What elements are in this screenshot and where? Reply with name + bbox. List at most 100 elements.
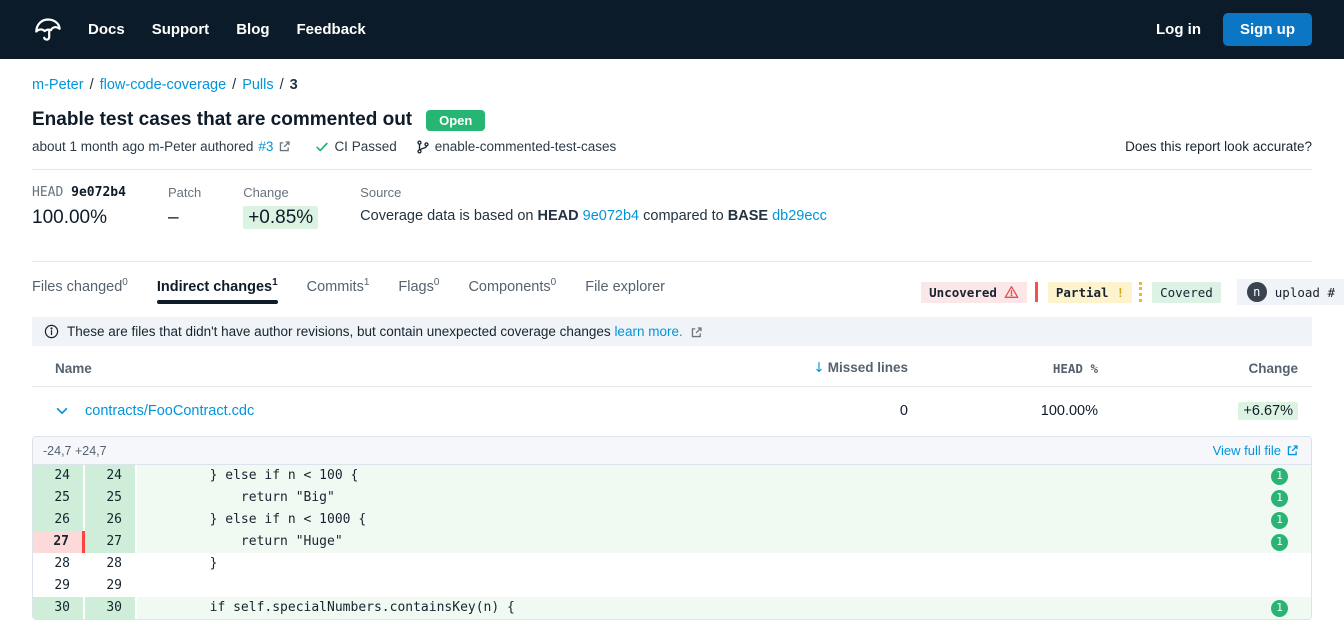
code-line: } else if n < 1000 { (137, 509, 1271, 531)
column-change[interactable]: Change (1098, 361, 1298, 376)
old-line-number: 25 (33, 487, 85, 509)
status-badge: Open (426, 110, 485, 131)
diff-line: 30 30 if self.specialNumbers.containsKey… (33, 597, 1311, 619)
report-accuracy-question[interactable]: Does this report look accurate? (1125, 139, 1312, 154)
page-title: Enable test cases that are commented out (32, 109, 412, 131)
new-line-number: 30 (85, 597, 137, 619)
tab-bar: Files changed0 Indirect changes1 Commits… (32, 277, 665, 304)
head-coverage-value: 100.00% (32, 207, 126, 229)
codecov-logo-icon[interactable] (32, 13, 66, 47)
ci-status: CI Passed (334, 139, 396, 154)
new-line-number: 27 (85, 531, 137, 553)
partial-bar (1139, 282, 1142, 302)
sort-arrow-icon: ↓ (813, 360, 824, 376)
external-link-icon[interactable] (278, 140, 291, 153)
stat-head: HEAD 9e072b4 100.00% (32, 185, 126, 229)
uncovered-bar (1035, 282, 1038, 302)
patch-value: – (168, 207, 201, 229)
new-line-number: 29 (85, 575, 137, 597)
tab-flags[interactable]: Flags0 (398, 277, 439, 304)
code-line: } else if n < 100 { (137, 465, 1271, 487)
banner-text: These are files that didn't have author … (67, 324, 611, 339)
hit-count-cell: 1 (1271, 531, 1311, 553)
new-line-number: 25 (85, 487, 137, 509)
info-icon (44, 324, 59, 339)
upload-chip[interactable]: n upload # (1237, 279, 1344, 305)
code-line: return "Huge" (137, 531, 1271, 553)
signup-button[interactable]: Sign up (1223, 13, 1312, 46)
tab-files-changed[interactable]: Files changed0 (32, 277, 128, 304)
hit-count-cell: 1 (1271, 509, 1311, 531)
legend-uncovered: Uncovered (921, 282, 1027, 303)
new-line-number: 24 (85, 465, 137, 487)
hit-count-badge: 1 (1271, 468, 1288, 485)
diff-line: 29 29 (33, 575, 1311, 597)
code-line: return "Big" (137, 487, 1271, 509)
code-line (137, 575, 1271, 597)
hit-count-badge: 1 (1271, 512, 1288, 529)
tab-indirect-changes[interactable]: Indirect changes1 (157, 277, 278, 304)
nav-link-docs[interactable]: Docs (88, 21, 125, 38)
tab-file-explorer[interactable]: File explorer (585, 277, 665, 304)
diff-body: 24 24 } else if n < 100 { 1 25 25 return… (33, 465, 1311, 619)
coverage-stats: HEAD 9e072b4 100.00% Patch – Change +0.8… (32, 170, 1312, 246)
old-line-number: 29 (33, 575, 85, 597)
legend-covered: Covered (1152, 282, 1221, 303)
old-line-number: 27 (33, 531, 85, 553)
diff-line: 26 26 } else if n < 1000 { 1 (33, 509, 1311, 531)
diff-line: 27 27 return "Huge" 1 (33, 531, 1311, 553)
diff-panel: -24,7 +24,7 View full file 24 24 } else … (32, 436, 1312, 620)
diff-line: 24 24 } else if n < 100 { 1 (33, 465, 1311, 487)
learn-more-link[interactable]: learn more. (614, 324, 682, 339)
file-name-link[interactable]: contracts/FooContract.cdc (85, 403, 254, 419)
hunk-header: -24,7 +24,7 (43, 444, 107, 458)
branch-name: enable-commented-test-cases (435, 139, 617, 154)
pr-meta-text: about 1 month ago m-Peter authored (32, 139, 253, 154)
login-link[interactable]: Log in (1156, 21, 1201, 38)
old-line-number: 26 (33, 509, 85, 531)
hit-count-badge: 1 (1271, 490, 1288, 507)
change-value: +6.67% (1238, 402, 1298, 420)
column-head-percent[interactable]: HEAD % (908, 361, 1098, 376)
view-full-file-link[interactable]: View full file (1213, 443, 1299, 458)
nav-link-support[interactable]: Support (152, 21, 210, 38)
upload-count-circle: n (1247, 282, 1267, 302)
tab-components[interactable]: Components0 (468, 277, 556, 304)
column-missed-lines[interactable]: ↓Missed lines (718, 360, 908, 376)
stat-patch: Patch – (168, 185, 201, 229)
tab-commits[interactable]: Commits1 (307, 277, 370, 304)
check-icon (315, 140, 329, 154)
pr-number-link[interactable]: #3 (258, 139, 273, 154)
head-percent-value: 100.00% (908, 403, 1098, 419)
warning-triangle-icon (1004, 285, 1019, 299)
coverage-legend: Uncovered Partial ! Covered n upload # (921, 277, 1344, 305)
breadcrumb-owner[interactable]: m-Peter (32, 77, 84, 93)
info-banner: These are files that didn't have author … (32, 317, 1312, 346)
change-value: +0.85% (243, 206, 318, 229)
old-line-number: 30 (33, 597, 85, 619)
breadcrumb-repo[interactable]: flow-code-coverage (100, 77, 227, 93)
column-name: Name (55, 361, 718, 376)
stat-source: Source Coverage data is based on HEAD 9e… (360, 185, 827, 229)
hit-count-badge: 1 (1271, 600, 1288, 617)
head-sha: 9e072b4 (71, 185, 126, 200)
source-head-sha-link[interactable]: 9e072b4 (583, 208, 639, 224)
breadcrumb-pulls[interactable]: Pulls (242, 77, 273, 93)
nav-links: Docs Support Blog Feedback (88, 21, 366, 38)
old-line-number: 28 (33, 553, 85, 575)
code-line: if self.specialNumbers.containsKey(n) { (137, 597, 1271, 619)
missed-lines-value: 0 (718, 403, 908, 419)
diff-line: 25 25 return "Big" 1 (33, 487, 1311, 509)
hit-count-cell (1271, 553, 1311, 575)
hit-count-cell: 1 (1271, 465, 1311, 487)
stat-change: Change +0.85% (243, 185, 318, 229)
table-header: Name ↓Missed lines HEAD % Change (32, 346, 1312, 387)
breadcrumb-current: 3 (290, 77, 298, 93)
nav-link-blog[interactable]: Blog (236, 21, 269, 38)
nav-right: Log in Sign up (1156, 13, 1312, 46)
old-line-number: 24 (33, 465, 85, 487)
external-link-icon[interactable] (690, 326, 703, 339)
nav-link-feedback[interactable]: Feedback (297, 21, 366, 38)
chevron-down-icon[interactable] (55, 404, 69, 418)
source-base-sha-link[interactable]: db29ecc (772, 208, 827, 224)
